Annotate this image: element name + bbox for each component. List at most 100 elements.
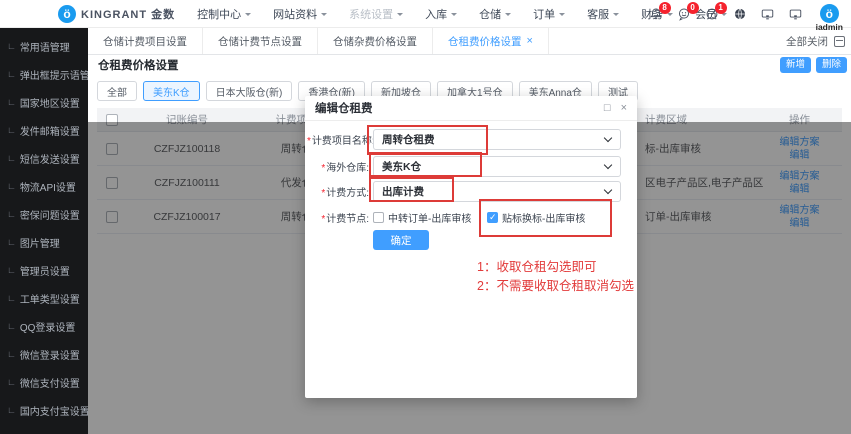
close-icon[interactable]: × — [621, 103, 627, 114]
sidebar-item-ticket-type[interactable]: ∟ 工单类型设置 — [0, 284, 88, 312]
sidebar-item-common-phrases[interactable]: ∟ 常用语管理 — [0, 32, 88, 60]
sidebar-item-popup-prompts[interactable]: ∟弹出框提示语管理 — [0, 60, 88, 88]
tab-bar: 仓储计费项目设置 仓储计费节点设置 仓储杂费价格设置 仓租费价格设置 × 全部关闭 — [88, 28, 851, 55]
field-warehouse-label: *海外仓库: — [307, 159, 369, 174]
nav-menu-system-settings[interactable]: 系统设置 — [349, 6, 404, 22]
add-button[interactable]: 新增 — [779, 57, 811, 73]
label-text: 海外仓库: — [326, 162, 369, 174]
method-select[interactable]: 出库计费 — [373, 180, 621, 202]
corner-bullet-icon: ∟ — [7, 321, 16, 331]
nav-menu-orders[interactable]: 订单 — [533, 6, 566, 22]
caret-down-icon — [321, 12, 328, 19]
required-mark: * — [321, 187, 326, 199]
message-icon[interactable]: 0 — [676, 2, 699, 22]
filter-meidong-k[interactable]: 美东K仓 — [143, 81, 200, 101]
sidebar-item-wechat-pay[interactable]: ∟ 微信支付设置 — [0, 368, 88, 396]
dashboard-icon[interactable]: 1 — [704, 2, 727, 22]
corner-bullet-icon: ∟ — [7, 97, 16, 107]
sidebar-item-image-management[interactable]: ∟ 图片管理 — [0, 228, 88, 256]
maximize-icon[interactable]: □ — [604, 103, 611, 114]
corner-bullet-icon: ∟ — [7, 41, 16, 51]
tab-rent-fee-price[interactable]: 仓租费价格设置 × — [433, 28, 549, 54]
nav-menu-control-center[interactable]: 控制中心 — [197, 6, 252, 22]
nav-menu-label: 控制中心 — [197, 8, 242, 21]
project-select-value: 周转仓租费 — [382, 133, 435, 146]
field-method: *计费方式: 出库计费 — [305, 180, 637, 202]
caret-down-icon — [613, 12, 620, 19]
sidebar-item-label: 图片管理 — [19, 238, 60, 250]
sidebar-item-sender-email[interactable]: ∟ 发件邮箱设置 — [0, 116, 88, 144]
username: iadmin — [815, 22, 843, 32]
required-mark: * — [321, 162, 326, 174]
field-warehouse: *海外仓库: 美东K仓 — [305, 155, 637, 177]
relabel-checkbox-checked[interactable] — [487, 211, 498, 223]
sidebar-item-label: 密保问题设置 — [19, 210, 80, 222]
sidebar-item-label: 弹出框提示语管理 — [19, 70, 88, 82]
nav-menu-label: 客服 — [587, 8, 610, 21]
close-icon[interactable]: × — [527, 35, 533, 47]
label-text: 计费项目名称: — [311, 135, 375, 147]
modal-title: 编辑仓租费 — [315, 103, 373, 115]
confirm-button[interactable]: 确定 — [373, 230, 429, 250]
tab-billing-nodes[interactable]: 仓储计费节点设置 — [203, 28, 318, 54]
modal-header-icons: □ × — [604, 96, 627, 121]
transit-checkbox-label: 中转订单-出库审核 — [388, 213, 472, 225]
nav-menu-label: 网站资料 — [273, 8, 318, 21]
node-option-transit: 中转订单-出库审核 — [373, 210, 471, 225]
warehouse-select-value: 美东K仓 — [382, 160, 422, 173]
corner-bullet-icon: ∟ — [7, 293, 16, 303]
bell-badge: 8 — [658, 2, 671, 14]
caret-down-icon — [451, 12, 458, 19]
field-node: *计费节点: 中转订单-出库审核 贴标换标-出库审核 — [305, 206, 637, 228]
transit-checkbox[interactable] — [373, 211, 384, 223]
relabel-checkbox-label: 贴标换标-出库审核 — [502, 213, 586, 225]
monitor-icon[interactable] — [760, 6, 776, 22]
corner-bullet-icon: ∟ — [7, 237, 16, 247]
corner-bullet-icon: ∟ — [7, 265, 16, 275]
sidebar-item-label: 国家地区设置 — [19, 98, 80, 110]
sidebar-item-wechat-login[interactable]: ∟ 微信登录设置 — [0, 340, 88, 368]
corner-bullet-icon: ∟ — [7, 349, 16, 359]
modal-header: 编辑仓租费 □ × — [305, 96, 637, 121]
nav-menu-site-data[interactable]: 网站资料 — [273, 6, 328, 22]
monitor2-icon[interactable] — [788, 6, 804, 22]
message-badge: 0 — [686, 2, 699, 14]
sidebar-item-security-question[interactable]: ∟ 密保问题设置 — [0, 200, 88, 228]
bell-icon[interactable]: 8 — [648, 2, 671, 22]
project-select[interactable]: 周转仓租费 — [373, 128, 621, 150]
tab-billing-items[interactable]: 仓储计费项目设置 — [88, 28, 203, 54]
user-avatar[interactable]: ö iadmin — [816, 4, 843, 32]
sidebar-item-admin-settings[interactable]: ∟ 管理员设置 — [0, 256, 88, 284]
field-project-label: *计费项目名称: — [307, 132, 375, 147]
globe-icon[interactable] — [732, 6, 748, 22]
top-navbar: ö KINGRANT 金数 控制中心 网站资料 系统设置 入库 仓储 订单 客服… — [0, 0, 851, 32]
page-title: 仓租费价格设置 — [98, 60, 179, 72]
tab-label: 仓储杂费价格设置 — [333, 35, 417, 48]
tab-misc-fee-price[interactable]: 仓储杂费价格设置 — [318, 28, 433, 54]
caret-down-icon — [505, 12, 512, 19]
title-buttons: 新增 删除 — [779, 57, 847, 73]
sidebar-item-country-region[interactable]: ∟ 国家地区设置 — [0, 88, 88, 116]
chevron-down-icon — [603, 133, 613, 142]
sidebar-item-label: QQ登录设置 — [19, 322, 76, 334]
sidebar-item-alipay[interactable]: ∟ 国内支付宝设置 — [0, 396, 88, 424]
brand-text: KINGRANT 金数 — [81, 8, 176, 21]
filter-all[interactable]: 全部 — [97, 81, 137, 101]
warehouse-select[interactable]: 美东K仓 — [373, 155, 621, 177]
label-text: 计费节点: — [326, 213, 369, 225]
nav-menu-label: 系统设置 — [349, 8, 394, 21]
nav-menu-inbound[interactable]: 入库 — [425, 6, 458, 22]
panel-icon[interactable] — [834, 35, 845, 47]
delete-button[interactable]: 删除 — [815, 57, 847, 73]
nav-menu-service[interactable]: 客服 — [587, 6, 620, 22]
nav-menu-warehouse[interactable]: 仓储 — [479, 6, 512, 22]
sidebar-item-sms[interactable]: ∟ 短信发送设置 — [0, 144, 88, 172]
sidebar-item-logistics-api[interactable]: ∟ 物流API设置 — [0, 172, 88, 200]
field-node-label: *计费节点: — [307, 210, 369, 225]
filter-japan-osaka[interactable]: 日本大阪仓(新) — [205, 81, 293, 101]
sidebar-item-qq-login[interactable]: ∟ QQ登录设置 — [0, 312, 88, 340]
close-all-button[interactable]: 全部关闭 — [786, 34, 828, 49]
field-method-label: *计费方式: — [307, 184, 369, 199]
sidebar-item-label: 国内支付宝设置 — [19, 406, 88, 418]
chevron-down-icon — [603, 185, 613, 194]
